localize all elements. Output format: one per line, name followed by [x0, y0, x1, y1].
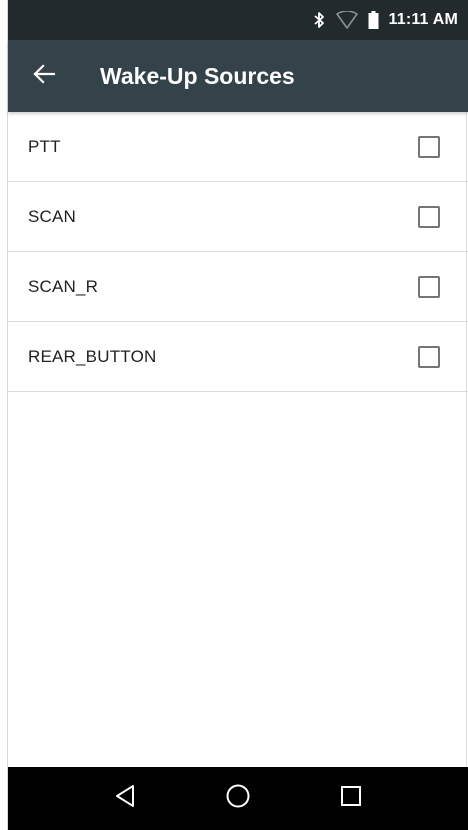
recents-square-icon [340, 785, 362, 812]
battery-icon [368, 11, 379, 29]
bluetooth-icon [312, 11, 326, 29]
nav-back-button[interactable] [95, 769, 155, 829]
screen-left-edge [0, 0, 8, 830]
list-item-scan[interactable]: SCAN [8, 182, 468, 252]
back-triangle-icon [114, 784, 136, 813]
checkbox-scan-r[interactable] [418, 275, 440, 298]
list-item-label: REAR_BUTTON [28, 346, 157, 366]
arrow-back-icon [33, 63, 56, 89]
nav-home-button[interactable] [208, 769, 268, 829]
checkbox-rear-button[interactable] [418, 345, 440, 368]
list-item-rear-button[interactable]: REAR_BUTTON [8, 322, 468, 392]
screen: 11:11 AM Wake-Up Sources PTT SCAN SCAN_R… [0, 0, 468, 830]
wake-up-sources-list: PTT SCAN SCAN_R REAR_BUTTON [8, 112, 468, 392]
list-item-scan-r[interactable]: SCAN_R [8, 252, 468, 322]
nav-recents-button[interactable] [321, 769, 381, 829]
page-title: Wake-Up Sources [100, 62, 295, 89]
home-circle-icon [225, 783, 251, 814]
list-item-label: PTT [28, 136, 61, 156]
list-item-label: SCAN [28, 206, 77, 226]
app-bar: Wake-Up Sources [8, 40, 468, 112]
status-time: 11:11 AM [388, 11, 458, 28]
list-item-label: SCAN_R [28, 276, 99, 296]
checkbox-scan[interactable] [418, 205, 440, 228]
status-bar: 11:11 AM [8, 0, 468, 40]
wifi-icon [335, 11, 358, 29]
list-item-ptt[interactable]: PTT [8, 112, 468, 182]
back-button[interactable] [8, 40, 80, 112]
navigation-bar [8, 767, 468, 830]
checkbox-ptt[interactable] [418, 135, 440, 158]
